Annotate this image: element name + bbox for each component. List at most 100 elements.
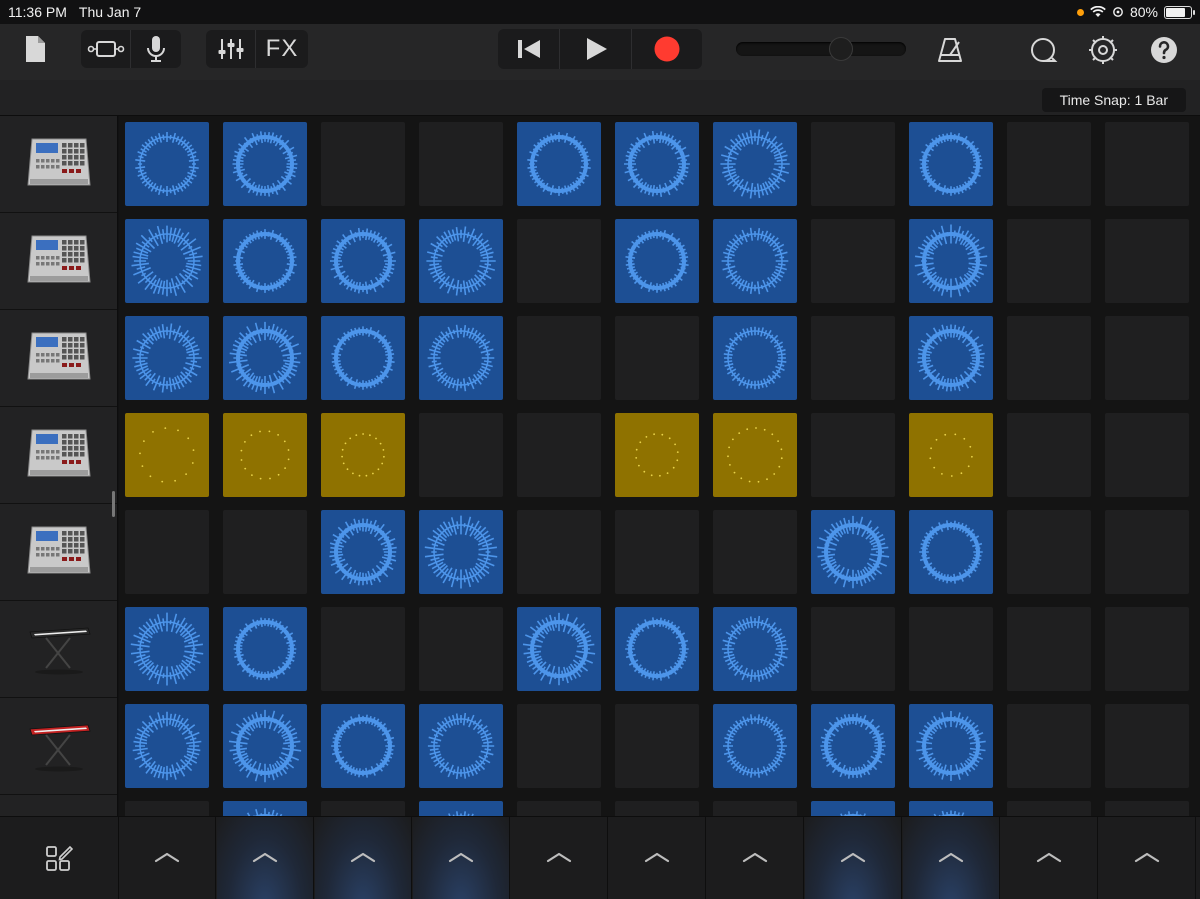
loop-cell[interactable] bbox=[517, 607, 601, 691]
column-trigger[interactable] bbox=[119, 817, 216, 899]
loop-cell[interactable] bbox=[517, 122, 601, 206]
empty-cell[interactable] bbox=[1105, 316, 1189, 400]
empty-cell[interactable] bbox=[713, 510, 797, 594]
mixer-icon[interactable] bbox=[206, 30, 256, 68]
empty-cell[interactable] bbox=[811, 607, 895, 691]
loop-cell[interactable] bbox=[419, 219, 503, 303]
empty-cell[interactable] bbox=[713, 801, 797, 816]
empty-cell[interactable] bbox=[1007, 316, 1091, 400]
loop-cell[interactable] bbox=[125, 122, 209, 206]
empty-cell[interactable] bbox=[615, 316, 699, 400]
empty-cell[interactable] bbox=[1105, 510, 1189, 594]
track-header[interactable] bbox=[0, 407, 117, 504]
loop-cell[interactable] bbox=[223, 704, 307, 788]
track-header[interactable] bbox=[0, 504, 117, 601]
loop-cell[interactable] bbox=[223, 801, 307, 816]
loop-cell[interactable] bbox=[909, 801, 993, 816]
loop-cell[interactable] bbox=[419, 704, 503, 788]
empty-cell[interactable] bbox=[1007, 801, 1091, 816]
column-trigger[interactable] bbox=[1001, 817, 1098, 899]
fx-button[interactable]: FX bbox=[256, 30, 308, 68]
loop-cell[interactable] bbox=[615, 607, 699, 691]
rewind-icon[interactable] bbox=[498, 29, 560, 69]
loop-cell[interactable] bbox=[419, 316, 503, 400]
loop-cell[interactable] bbox=[811, 704, 895, 788]
empty-cell[interactable] bbox=[321, 607, 405, 691]
microphone-icon[interactable] bbox=[131, 30, 181, 68]
track-header[interactable] bbox=[0, 116, 117, 213]
loop-cell[interactable] bbox=[713, 122, 797, 206]
loop-cell[interactable] bbox=[713, 316, 797, 400]
resize-handle[interactable] bbox=[112, 491, 115, 517]
loop-cell[interactable] bbox=[419, 510, 503, 594]
loop-cell[interactable] bbox=[909, 219, 993, 303]
empty-cell[interactable] bbox=[125, 801, 209, 816]
loop-cell[interactable] bbox=[125, 704, 209, 788]
empty-cell[interactable] bbox=[419, 607, 503, 691]
empty-cell[interactable] bbox=[321, 801, 405, 816]
metronome-icon[interactable] bbox=[934, 34, 966, 66]
record-icon[interactable] bbox=[632, 29, 702, 69]
loop-cell[interactable] bbox=[713, 607, 797, 691]
loop-cell[interactable] bbox=[909, 316, 993, 400]
loop-cell[interactable] bbox=[419, 801, 503, 816]
empty-cell[interactable] bbox=[811, 219, 895, 303]
loop-cell[interactable] bbox=[615, 413, 699, 497]
empty-cell[interactable] bbox=[811, 122, 895, 206]
column-trigger[interactable] bbox=[805, 817, 902, 899]
loop-cell[interactable] bbox=[223, 219, 307, 303]
loop-cell[interactable] bbox=[615, 219, 699, 303]
loop-cell[interactable] bbox=[713, 704, 797, 788]
loop-cell[interactable] bbox=[321, 219, 405, 303]
empty-cell[interactable] bbox=[321, 122, 405, 206]
column-trigger[interactable] bbox=[217, 817, 314, 899]
time-snap-button[interactable]: Time Snap: 1 Bar bbox=[1041, 88, 1186, 112]
loop-cell[interactable] bbox=[321, 316, 405, 400]
empty-cell[interactable] bbox=[517, 510, 601, 594]
empty-cell[interactable] bbox=[125, 510, 209, 594]
loop-cell[interactable] bbox=[713, 413, 797, 497]
empty-cell[interactable] bbox=[517, 801, 601, 816]
empty-cell[interactable] bbox=[1007, 219, 1091, 303]
loop-cell[interactable] bbox=[909, 704, 993, 788]
loop-cell[interactable] bbox=[223, 122, 307, 206]
empty-cell[interactable] bbox=[1105, 219, 1189, 303]
loop-cell[interactable] bbox=[125, 607, 209, 691]
loop-cell[interactable] bbox=[223, 316, 307, 400]
empty-cell[interactable] bbox=[517, 704, 601, 788]
loop-cell[interactable] bbox=[321, 704, 405, 788]
loop-cell[interactable] bbox=[125, 413, 209, 497]
empty-cell[interactable] bbox=[419, 413, 503, 497]
loop-cell[interactable] bbox=[909, 122, 993, 206]
loop-cell[interactable] bbox=[125, 219, 209, 303]
track-header[interactable] bbox=[0, 795, 117, 816]
track-header[interactable] bbox=[0, 601, 117, 698]
column-trigger[interactable] bbox=[609, 817, 706, 899]
master-volume-slider[interactable] bbox=[736, 37, 906, 61]
column-trigger[interactable] bbox=[1099, 817, 1196, 899]
loop-cell[interactable] bbox=[713, 219, 797, 303]
empty-cell[interactable] bbox=[517, 316, 601, 400]
empty-cell[interactable] bbox=[1105, 704, 1189, 788]
loop-cell[interactable] bbox=[909, 510, 993, 594]
column-trigger[interactable] bbox=[707, 817, 804, 899]
column-trigger[interactable] bbox=[903, 817, 1000, 899]
empty-cell[interactable] bbox=[1007, 607, 1091, 691]
empty-cell[interactable] bbox=[1007, 510, 1091, 594]
empty-cell[interactable] bbox=[811, 316, 895, 400]
loop-cell[interactable] bbox=[321, 510, 405, 594]
empty-cell[interactable] bbox=[1105, 413, 1189, 497]
empty-cell[interactable] bbox=[1007, 122, 1091, 206]
empty-cell[interactable] bbox=[1105, 801, 1189, 816]
loop-cell[interactable] bbox=[909, 413, 993, 497]
empty-cell[interactable] bbox=[1105, 122, 1189, 206]
play-icon[interactable] bbox=[560, 29, 632, 69]
track-header[interactable] bbox=[0, 213, 117, 310]
empty-cell[interactable] bbox=[1007, 413, 1091, 497]
loop-cell[interactable] bbox=[321, 413, 405, 497]
empty-cell[interactable] bbox=[615, 510, 699, 594]
settings-gear-icon[interactable] bbox=[1087, 34, 1119, 66]
loop-cell[interactable] bbox=[125, 316, 209, 400]
loop-cell[interactable] bbox=[615, 122, 699, 206]
empty-cell[interactable] bbox=[223, 510, 307, 594]
